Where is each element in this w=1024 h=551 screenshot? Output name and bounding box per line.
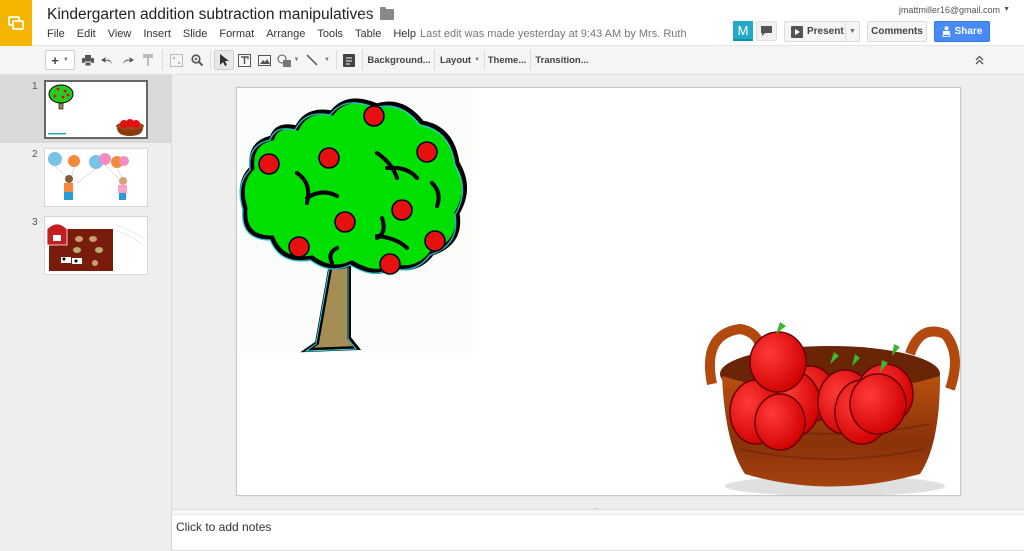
print-icon [82, 54, 94, 66]
undo-button[interactable] [99, 50, 115, 70]
shape-button[interactable]: ▼ [275, 50, 301, 70]
slide-thumbnail-image [44, 148, 148, 207]
slide-number: 1 [32, 81, 38, 92]
zoom-button[interactable] [189, 50, 205, 70]
new-slide-button[interactable]: + ▼ [45, 50, 75, 70]
select-tool-button[interactable] [214, 50, 234, 70]
menu-slide[interactable]: Slide [183, 28, 207, 40]
current-slide[interactable] [236, 87, 961, 496]
slide-number: 2 [32, 149, 38, 160]
zoom-fit-button[interactable] [167, 50, 185, 70]
toolbar-divider [210, 50, 211, 70]
menu-edit[interactable]: Edit [77, 28, 96, 40]
comment-button[interactable] [341, 50, 357, 70]
cursor-icon [219, 54, 229, 66]
slides-logo-icon [8, 16, 24, 30]
toolbar-divider [162, 50, 163, 70]
menu-view[interactable]: View [108, 28, 132, 40]
document-title[interactable]: Kindergarten addition subtraction manipu… [47, 6, 374, 24]
present-label: Present [807, 26, 844, 37]
play-icon [791, 25, 803, 38]
thumbnail-balloons [48, 152, 129, 200]
layout-label: Layout [439, 54, 472, 66]
slide-thumbnail-1[interactable]: 1 [0, 75, 171, 143]
paint-format-button[interactable] [140, 50, 156, 70]
comments-button[interactable]: Comments [867, 21, 927, 42]
share-button[interactable]: Share [934, 21, 990, 42]
star-icon[interactable]: ☆ [359, 6, 372, 24]
menu-format[interactable]: Format [219, 28, 254, 40]
notes-placeholder[interactable]: Click to add notes [176, 520, 271, 534]
menu-arrange[interactable]: Arrange [266, 28, 305, 40]
collaborator-avatar[interactable]: M [733, 21, 753, 41]
apple-basket-image[interactable] [700, 314, 961, 496]
comment-icon [343, 53, 355, 67]
double-chevron-up-icon [975, 55, 983, 65]
menu-help[interactable]: Help [393, 28, 416, 40]
collapse-toolbar-button[interactable] [970, 50, 988, 70]
slide-filmstrip: 1 2 3 [0, 75, 172, 551]
share-label: Share [954, 26, 983, 37]
account-caret-icon[interactable]: ▼ [1003, 6, 1010, 13]
header: Kindergarten addition subtraction manipu… [0, 0, 1024, 46]
menu-insert[interactable]: Insert [143, 28, 171, 40]
layout-button[interactable]: Layout ▼ [439, 50, 481, 70]
print-button[interactable] [80, 50, 96, 70]
slide-thumbnail-image [44, 216, 148, 275]
last-edit-status[interactable]: Last edit was made yesterday at 9:43 AM … [420, 28, 687, 40]
menu-table[interactable]: Table [355, 28, 381, 40]
chevron-down-icon: ▼ [474, 57, 481, 63]
account-email[interactable]: jmattmiller16@gmail.com [899, 5, 1000, 15]
folder-icon[interactable] [380, 7, 394, 20]
toolbar-divider [530, 50, 531, 70]
text-box-icon [237, 53, 251, 67]
apple-tree-image[interactable] [237, 88, 472, 353]
shape-icon [277, 54, 291, 67]
thumbnail-farm [46, 223, 146, 271]
toolbar: + ▼ ▼ ▼ Background... Layout ▼ Theme... … [0, 46, 1024, 75]
plus-icon: + [51, 52, 59, 68]
undo-icon [101, 56, 112, 64]
slides-app: Kindergarten addition subtraction manipu… [0, 0, 1024, 551]
speaker-notes[interactable]: Click to add notes [172, 515, 1024, 551]
slide-number: 3 [32, 217, 38, 228]
theme-button[interactable]: Theme... [487, 50, 527, 70]
slide-canvas-area [172, 75, 1024, 509]
toolbar-divider [434, 50, 435, 70]
present-button[interactable]: Present [784, 21, 846, 42]
slide-thumbnail-image [44, 80, 148, 139]
share-person-icon [942, 26, 950, 37]
zoom-fit-icon [169, 53, 183, 67]
slide-thumbnail-3[interactable]: 3 [0, 211, 171, 279]
present-options-button[interactable]: ▼ [845, 21, 860, 42]
menu-bar: File Edit View Insert Slide Format Arran… [47, 28, 428, 40]
image-button[interactable] [256, 50, 272, 70]
line-icon [306, 54, 318, 66]
chat-button[interactable] [756, 21, 777, 41]
chat-icon [761, 26, 772, 36]
zoom-icon [191, 54, 203, 66]
menu-tools[interactable]: Tools [317, 28, 343, 40]
chevron-down-icon: ▼ [62, 57, 69, 63]
line-button[interactable]: ▼ [304, 50, 332, 70]
slide-thumbnail-2[interactable]: 2 [0, 143, 171, 211]
chevron-down-icon: ▼ [293, 57, 300, 63]
toolbar-divider [484, 50, 485, 70]
background-button[interactable]: Background... [367, 50, 431, 70]
redo-icon [123, 56, 134, 64]
menu-file[interactable]: File [47, 28, 65, 40]
chevron-down-icon: ▼ [324, 57, 330, 63]
paint-format-icon [143, 54, 153, 66]
toolbar-divider [362, 50, 363, 70]
toolbar-divider [336, 50, 337, 70]
thumbnail-apple-tree-basket [48, 84, 144, 136]
redo-button[interactable] [120, 50, 136, 70]
transition-button[interactable]: Transition... [534, 50, 590, 70]
slides-logo[interactable] [0, 0, 32, 46]
text-box-button[interactable] [236, 50, 252, 70]
image-icon [257, 54, 271, 66]
